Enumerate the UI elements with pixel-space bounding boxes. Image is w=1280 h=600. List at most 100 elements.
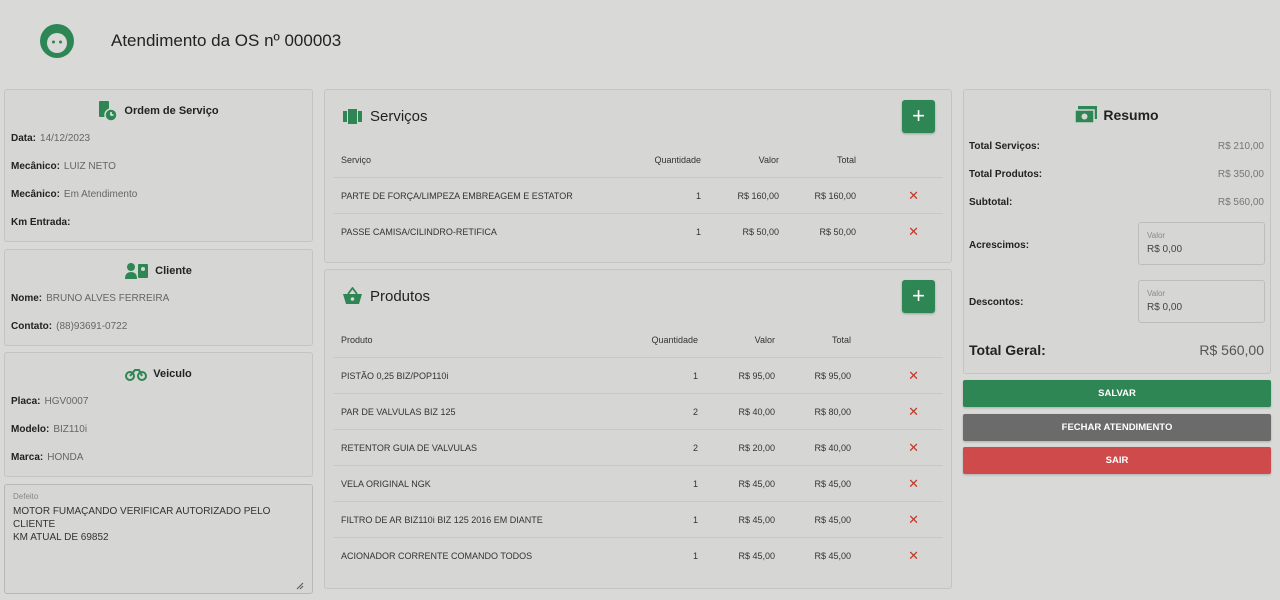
veiculo-marca: Marca: HONDA xyxy=(11,452,84,463)
ordem-servico-card: Ordem de Serviço Data: 14/12/2023 Mecânic… xyxy=(4,89,313,242)
servicos-title: Serviços xyxy=(343,108,428,125)
col-total: Total xyxy=(836,154,856,165)
table-row: VELA ORIGINAL NGK 1 R$ 45,00 R$ 45,00 ✕ xyxy=(333,466,943,502)
delete-icon[interactable]: ✕ xyxy=(908,476,919,492)
page-header: Atendimento da OS nº 000003 xyxy=(0,0,1280,82)
cell-total: R$ 50,00 xyxy=(819,227,856,237)
cell-servico: PARTE DE FORÇA/LIMPEZA EMBREAGEM E ESTAT… xyxy=(341,190,573,201)
delete-icon[interactable]: ✕ xyxy=(908,188,919,204)
table-row: PAR DE VALVULAS BIZ 125 2 R$ 40,00 R$ 80… xyxy=(333,394,943,430)
sair-button[interactable]: SAIR xyxy=(963,447,1271,474)
cell-valor: R$ 160,00 xyxy=(737,190,779,201)
cell-produto: PISTÃO 0,25 BIZ/POP110i xyxy=(341,370,449,381)
subtotal-row: Subtotal: R$ 560,00 xyxy=(969,197,1264,208)
cell-servico: PASSE CAMISA/CILINDRO-RETIFICA xyxy=(341,227,497,237)
cell-produto: PAR DE VALVULAS BIZ 125 xyxy=(341,406,456,417)
cell-total: R$ 160,00 xyxy=(814,190,856,201)
veiculo-placa: Placa: HGV0007 xyxy=(11,396,89,407)
acrescimos-field-label: Valor xyxy=(1147,231,1166,240)
ordem-servico-label: Ordem de Serviço xyxy=(124,105,219,117)
cell-quantidade: 1 xyxy=(695,190,701,201)
descontos-field[interactable]: Valor R$ 0,00 xyxy=(1138,280,1265,323)
servicos-label: Serviços xyxy=(370,108,428,125)
cell-quantidade: 1 xyxy=(692,478,698,489)
resumo-label: Resumo xyxy=(1103,107,1159,123)
delete-icon[interactable]: ✕ xyxy=(908,404,919,420)
motorcycle-icon xyxy=(125,369,148,381)
cell-valor: R$ 50,00 xyxy=(742,227,779,237)
cell-valor: R$ 45,00 xyxy=(738,478,775,489)
cliente-contato: Contato: (88)93691-0722 xyxy=(11,321,128,332)
table-row: PISTÃO 0,25 BIZ/POP110i 1 R$ 95,00 R$ 95… xyxy=(333,358,943,394)
basket-icon xyxy=(343,287,362,304)
total-geral-row: Total Geral: R$ 560,00 xyxy=(969,342,1264,358)
table-header: Serviço Quantidade Valor Total xyxy=(333,142,943,178)
cell-quantidade: 2 xyxy=(692,406,698,417)
support-agent-icon xyxy=(40,24,74,58)
cell-produto: VELA ORIGINAL NGK xyxy=(341,478,431,489)
produtos-card: Produtos + Produto Quantidade Valor Tota… xyxy=(324,269,952,589)
acrescimos-field[interactable]: Valor R$ 0,00 xyxy=(1138,222,1265,265)
col-produto: Produto xyxy=(341,334,373,345)
produtos-title: Produtos xyxy=(343,287,430,305)
cell-produto: ACIONADOR CORRENTE COMANDO TODOS xyxy=(341,551,533,561)
delete-icon[interactable]: ✕ xyxy=(908,548,919,564)
cell-quantidade: 1 xyxy=(695,227,701,237)
cliente-card: Cliente Nome: BRUNO ALVES FERREIRA Contat… xyxy=(4,249,313,346)
col-servico: Serviço xyxy=(341,154,372,165)
cliente-nome: Nome: BRUNO ALVES FERREIRA xyxy=(11,293,170,304)
services-icon xyxy=(343,109,362,124)
defeito-textarea[interactable]: Defeito MOTOR FUMAÇANDO VERIFICAR AUTORI… xyxy=(4,484,313,594)
cell-valor: R$ 95,00 xyxy=(738,370,775,381)
page-title: Atendimento da OS nº 000003 xyxy=(111,31,342,50)
money-icon xyxy=(1075,106,1098,124)
cell-total: R$ 45,00 xyxy=(814,551,851,561)
cell-quantidade: 1 xyxy=(692,370,698,381)
cell-valor: R$ 20,00 xyxy=(738,442,775,453)
ordem-data: Data: 14/12/2023 xyxy=(11,133,91,144)
fechar-atendimento-button[interactable]: FECHAR ATENDIMENTO xyxy=(963,414,1271,441)
table-row: PARTE DE FORÇA/LIMPEZA EMBREAGEM E ESTAT… xyxy=(333,178,943,214)
acrescimos-field-value: R$ 0,00 xyxy=(1147,244,1183,255)
cell-quantidade: 1 xyxy=(692,551,698,561)
table-row: FILTRO DE AR BIZ110i BIZ 125 2016 EM DIA… xyxy=(333,502,943,538)
ordem-status: Mecânico: Em Atendimento xyxy=(11,189,138,200)
cell-produto: RETENTOR GUIA DE VALVULAS xyxy=(341,442,478,453)
servicos-card: Serviços + Serviço Quantidade Valor Tota… xyxy=(324,89,952,263)
cell-quantidade: 2 xyxy=(692,442,698,453)
table-row: ACIONADOR CORRENTE COMANDO TODOS 1 R$ 45… xyxy=(333,538,943,574)
cell-valor: R$ 40,00 xyxy=(738,406,775,417)
delete-icon[interactable]: ✕ xyxy=(908,440,919,456)
delete-icon[interactable]: ✕ xyxy=(908,512,919,528)
cell-total: R$ 40,00 xyxy=(814,442,851,453)
order-clock-icon xyxy=(99,101,119,122)
ordem-mecanico: Mecânico: LUIZ NETO xyxy=(11,161,116,172)
add-servico-button[interactable]: + xyxy=(902,100,935,133)
cell-total: R$ 45,00 xyxy=(814,478,851,489)
client-contact-icon xyxy=(125,263,149,279)
ordem-servico-title: Ordem de Serviço xyxy=(5,100,312,122)
col-quantidade: Quantidade xyxy=(651,334,698,345)
delete-icon[interactable]: ✕ xyxy=(908,224,919,240)
cliente-label: Cliente xyxy=(155,265,192,277)
col-quantidade: Quantidade xyxy=(654,154,701,165)
delete-icon[interactable]: ✕ xyxy=(908,368,919,384)
add-produto-button[interactable]: + xyxy=(902,280,935,313)
cell-total: R$ 45,00 xyxy=(814,514,851,525)
defeito-value: MOTOR FUMAÇANDO VERIFICAR AUTORIZADO PEL… xyxy=(13,506,271,543)
cell-total: R$ 80,00 xyxy=(814,406,851,417)
defeito-label: Defeito xyxy=(13,492,39,501)
resumo-card: Resumo Total Serviços: R$ 210,00 Total Pr… xyxy=(963,89,1271,374)
descontos-field-value: R$ 0,00 xyxy=(1147,302,1183,313)
table-row: RETENTOR GUIA DE VALVULAS 2 R$ 20,00 R$ … xyxy=(333,430,943,466)
total-produtos-row: Total Produtos: R$ 350,00 xyxy=(969,169,1264,180)
col-valor: Valor xyxy=(758,154,779,165)
descontos-field-label: Valor xyxy=(1147,289,1166,298)
resumo-title: Resumo xyxy=(964,106,1270,124)
veiculo-title: Veiculo xyxy=(5,366,312,382)
total-servicos-row: Total Serviços: R$ 210,00 xyxy=(969,141,1264,152)
veiculo-label: Veiculo xyxy=(153,368,192,380)
table-header: Produto Quantidade Valor Total xyxy=(333,322,943,358)
resize-handle-icon[interactable] xyxy=(296,582,304,590)
salvar-button[interactable]: SALVAR xyxy=(963,380,1271,407)
